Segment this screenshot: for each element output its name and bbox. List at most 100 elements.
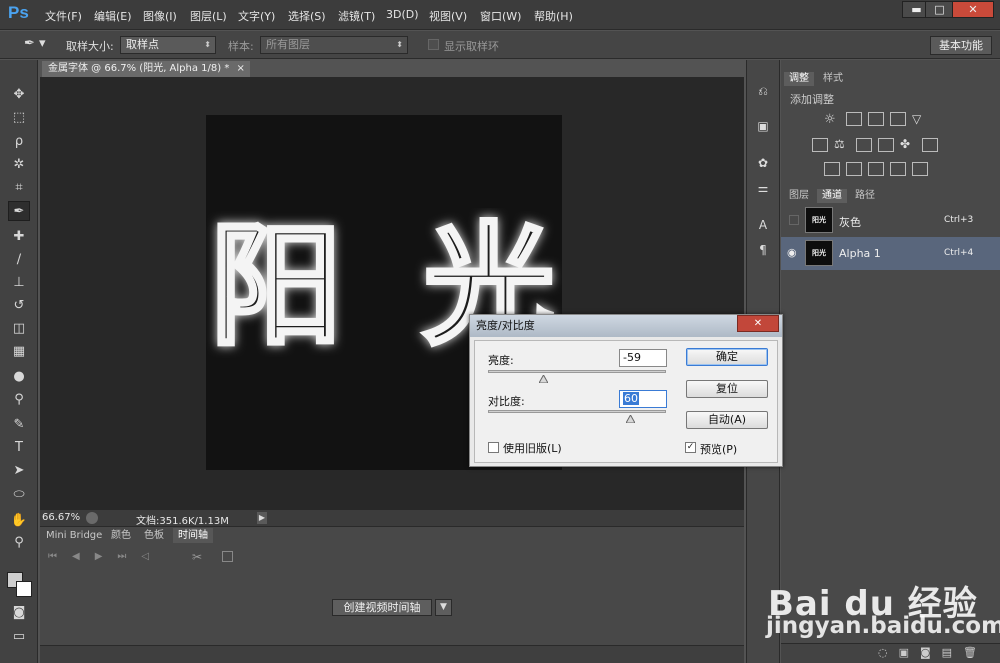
threshold-icon[interactable] bbox=[868, 162, 884, 176]
tab-paths[interactable]: 路径 bbox=[850, 189, 880, 203]
healing-brush-icon[interactable]: ✚ bbox=[8, 227, 30, 247]
create-video-timeline-button[interactable]: 创建视频时间轴 bbox=[332, 599, 432, 616]
channel-row[interactable]: ◉ 阳光 Alpha 1 Ctrl+4 bbox=[781, 237, 1000, 270]
tab-adjustments[interactable]: 调整 bbox=[784, 72, 814, 86]
menu-layer[interactable]: 图层(L) bbox=[190, 8, 227, 24]
transition-icon[interactable] bbox=[222, 551, 233, 562]
contrast-slider-thumb[interactable] bbox=[625, 413, 636, 424]
screen-mode-icon[interactable]: ▭ bbox=[8, 627, 30, 647]
zoom-level[interactable]: 66.67% bbox=[42, 512, 80, 523]
menu-window[interactable]: 窗口(W) bbox=[480, 8, 521, 24]
menu-help[interactable]: 帮助(H) bbox=[534, 8, 573, 24]
preview-checkbox[interactable]: ✓ bbox=[685, 442, 696, 453]
levels-icon[interactable] bbox=[846, 112, 862, 126]
brush-preset-icon[interactable]: ✿ bbox=[755, 156, 771, 172]
auto-button[interactable]: 自动(A) bbox=[686, 411, 768, 429]
posterize-icon[interactable] bbox=[846, 162, 862, 176]
quick-mask-icon[interactable]: ◙ bbox=[8, 603, 30, 623]
color-lookup-icon[interactable] bbox=[922, 138, 938, 152]
gradient-tool-icon[interactable]: ▦ bbox=[8, 342, 30, 362]
paragraph-icon[interactable]: ¶ bbox=[755, 243, 771, 259]
scissors-icon[interactable]: ✂ bbox=[192, 550, 202, 564]
menu-image[interactable]: 图像(I) bbox=[143, 8, 177, 24]
channel-name: Alpha 1 bbox=[839, 247, 881, 260]
show-ring-checkbox[interactable] bbox=[428, 39, 439, 50]
eyedropper-tool-icon[interactable]: ✒ bbox=[8, 201, 30, 221]
hue-saturation-icon[interactable] bbox=[812, 138, 828, 152]
channel-row[interactable]: 阳光 灰色 Ctrl+3 bbox=[781, 204, 1000, 237]
chevron-down-icon[interactable]: ▼ bbox=[435, 599, 452, 616]
ellipse-tool-icon[interactable]: ⬭ bbox=[8, 485, 30, 505]
reset-button[interactable]: 复位 bbox=[686, 380, 768, 398]
tab-channels[interactable]: 通道 bbox=[817, 189, 847, 203]
menu-file[interactable]: 文件(F) bbox=[45, 8, 82, 24]
brush-tool-icon[interactable]: ∕ bbox=[8, 250, 30, 270]
tab-color[interactable]: 颜色 bbox=[106, 528, 136, 543]
type-tool-icon[interactable]: T bbox=[8, 438, 30, 458]
vibrance-icon[interactable]: ▽ bbox=[912, 112, 921, 126]
crop-tool-icon[interactable]: ⌗ bbox=[8, 178, 30, 198]
visibility-toggle[interactable] bbox=[789, 215, 799, 225]
maximize-button[interactable]: □ bbox=[925, 1, 954, 18]
exposure-icon[interactable] bbox=[890, 112, 906, 126]
brightness-icon[interactable]: ☼ bbox=[824, 112, 840, 127]
character-icon[interactable]: A bbox=[755, 218, 771, 234]
selective-color-icon[interactable] bbox=[890, 162, 906, 176]
contrast-slider-track[interactable] bbox=[488, 410, 666, 413]
channel-footer-icons[interactable]: ◌▣◙▤🗑 bbox=[878, 646, 988, 659]
menu-type[interactable]: 文字(Y) bbox=[238, 8, 275, 24]
tab-timeline[interactable]: 时间轴 bbox=[173, 528, 213, 543]
timeline-transport-icons[interactable]: ⏮◀▶⏭◁ bbox=[48, 551, 198, 562]
menu-select[interactable]: 选择(S) bbox=[288, 8, 326, 24]
color-balance-icon[interactable]: ⚖ bbox=[834, 137, 845, 151]
history-icon[interactable]: ⎌ bbox=[755, 84, 771, 100]
sample-select[interactable]: 所有图层 ⬍ bbox=[260, 36, 408, 54]
tab-styles[interactable]: 样式 bbox=[818, 72, 848, 86]
brightness-input[interactable]: -59 bbox=[619, 349, 667, 367]
background-color-swatch[interactable] bbox=[16, 581, 32, 597]
channel-mixer-icon[interactable]: ✤ bbox=[900, 137, 910, 151]
eraser-tool-icon[interactable]: ◫ bbox=[8, 319, 30, 339]
status-menu-icon[interactable] bbox=[86, 512, 98, 524]
black-white-icon[interactable] bbox=[856, 138, 872, 152]
tab-close-icon[interactable]: × bbox=[237, 63, 245, 74]
menu-filter[interactable]: 滤镜(T) bbox=[338, 8, 375, 24]
brightness-slider-thumb[interactable] bbox=[538, 373, 549, 384]
close-button[interactable]: ✕ bbox=[952, 1, 994, 18]
tab-mini-bridge[interactable]: Mini Bridge bbox=[41, 528, 107, 543]
tab-swatches[interactable]: 色板 bbox=[139, 528, 169, 543]
hand-tool-icon[interactable]: ✋ bbox=[8, 511, 30, 531]
status-arrow-icon[interactable]: ▶ bbox=[257, 512, 267, 524]
eye-icon[interactable]: ◉ bbox=[787, 246, 797, 259]
contrast-input[interactable]: 60 bbox=[619, 390, 667, 408]
ok-button[interactable]: 确定 bbox=[686, 348, 768, 366]
menu-3d[interactable]: 3D(D) bbox=[386, 8, 419, 21]
dodge-tool-icon[interactable]: ⚲ bbox=[8, 390, 30, 410]
info-icon[interactable]: ▣ bbox=[755, 119, 771, 135]
menu-view[interactable]: 视图(V) bbox=[429, 8, 467, 24]
tool-preset-icon[interactable]: ⚌ bbox=[755, 181, 771, 197]
history-brush-icon[interactable]: ↺ bbox=[8, 296, 30, 316]
menu-edit[interactable]: 编辑(E) bbox=[94, 8, 132, 24]
blur-tool-icon[interactable]: ● bbox=[8, 367, 30, 387]
eyedropper-icon[interactable]: ✒ ▾ bbox=[24, 36, 50, 54]
dialog-close-button[interactable]: ✕ bbox=[737, 315, 779, 332]
lasso-tool-icon[interactable]: ρ bbox=[8, 132, 30, 152]
move-tool-icon[interactable]: ✥ bbox=[8, 85, 30, 105]
tab-layers[interactable]: 图层 bbox=[784, 189, 814, 203]
gradient-map-icon[interactable] bbox=[912, 162, 928, 176]
sample-size-select[interactable]: 取样点 ⬍ bbox=[120, 36, 216, 54]
brightness-slider-track[interactable] bbox=[488, 370, 666, 373]
curves-icon[interactable] bbox=[868, 112, 884, 126]
document-tab[interactable]: 金属字体 @ 66.7% (阳光, Alpha 1/8) * × bbox=[42, 61, 250, 77]
path-select-icon[interactable]: ➤ bbox=[8, 461, 30, 481]
photo-filter-icon[interactable] bbox=[878, 138, 894, 152]
legacy-checkbox[interactable] bbox=[488, 442, 499, 453]
zoom-tool-icon[interactable]: ⚲ bbox=[8, 533, 30, 553]
pen-tool-icon[interactable]: ✎ bbox=[8, 415, 30, 435]
marquee-tool-icon[interactable]: ⬚ bbox=[8, 108, 30, 128]
stamp-tool-icon[interactable]: ⊥ bbox=[8, 273, 30, 293]
magic-wand-icon[interactable]: ✲ bbox=[8, 155, 30, 175]
invert-icon[interactable] bbox=[824, 162, 840, 176]
workspace-button[interactable]: 基本功能 bbox=[930, 36, 992, 55]
